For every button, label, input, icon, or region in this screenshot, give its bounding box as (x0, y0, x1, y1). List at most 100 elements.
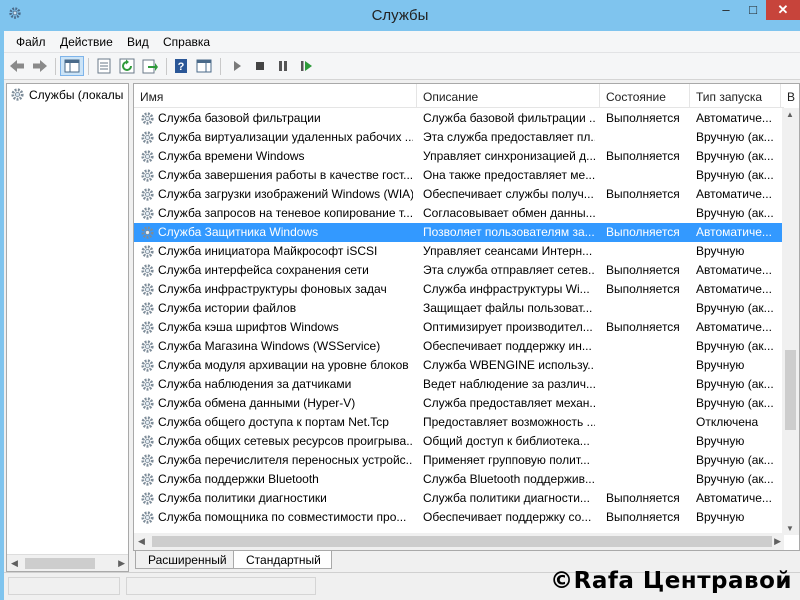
table-row[interactable]: Служба общих сетевых ресурсов проигрыва.… (134, 432, 796, 451)
tree-item-label: Службы (локалы (29, 88, 124, 102)
close-button[interactable]: ✕ (766, 0, 800, 20)
service-state: Выполняется (606, 149, 680, 163)
service-gear-icon (140, 149, 155, 164)
menu-help[interactable]: Справка (163, 35, 210, 49)
list-horizontal-scrollbar[interactable]: ◀ ▶ (134, 533, 784, 550)
service-name: Служба обмена данными (Hyper-V) (158, 396, 356, 410)
table-row[interactable]: Служба обмена данными (Hyper-V) Служба пр… (134, 394, 795, 413)
service-startup-type: Вручную (ак... (696, 472, 774, 486)
service-gear-icon (140, 301, 155, 316)
console-tree-icon[interactable] (60, 56, 84, 76)
service-description: Согласовывает обмен данны... (423, 206, 595, 220)
service-description: Служба базовой фильтрации ... (423, 111, 595, 125)
service-startup-type: Вручную (ак... (696, 130, 774, 144)
table-row[interactable]: Служба поддержки Bluetooth Служба Bluetoo… (134, 470, 795, 489)
service-startup-type: Вручную (696, 510, 745, 524)
table-row[interactable]: Служба помощника по совместимости про...… (134, 508, 795, 527)
column-header-state[interactable]: Состояние (600, 84, 690, 108)
export-list-icon[interactable] (141, 57, 159, 75)
column-header-name[interactable]: Имя (134, 84, 417, 108)
service-gear-icon (140, 320, 155, 335)
service-description: Обеспечивает поддержку ин... (423, 339, 592, 353)
scroll-down-icon[interactable]: ▼ (786, 524, 794, 533)
tab-extended[interactable]: Расширенный (135, 551, 238, 569)
service-description: Управляет синхронизацией д... (423, 149, 595, 163)
menu-bar: Файл Действие Вид Справка (4, 31, 800, 53)
title-bar[interactable]: Службы – □ ✕ (0, 0, 800, 31)
column-header-startup-type[interactable]: Тип запуска (690, 84, 781, 108)
service-startup-type: Автоматиче... (696, 491, 772, 505)
service-description: Применяет групповую полит... (423, 453, 590, 467)
scroll-thumb[interactable] (152, 536, 772, 547)
scroll-thumb[interactable] (785, 350, 796, 430)
service-description: Служба WBENGINE использу... (423, 358, 595, 372)
show-hide-action-pane-icon[interactable] (195, 57, 213, 75)
table-row[interactable]: Служба кэша шрифтов Windows Оптимизирует … (134, 318, 795, 337)
table-row[interactable]: Служба запросов на теневое копирование т… (134, 204, 795, 223)
service-description: Служба предоставляет механ... (423, 396, 595, 410)
service-gear-icon (140, 472, 155, 487)
help-icon[interactable]: ? (172, 57, 190, 75)
restart-service-icon[interactable] (297, 57, 315, 75)
menu-file[interactable]: Файл (16, 35, 46, 49)
table-row[interactable]: Служба Защитника Windows Позволяет пользо… (134, 223, 795, 242)
properties-icon[interactable] (95, 57, 113, 75)
service-startup-type: Вручную (ак... (696, 206, 774, 220)
service-gear-icon (140, 453, 155, 468)
table-row[interactable]: Служба истории файлов Защищает файлы поль… (134, 299, 795, 318)
stop-service-icon[interactable] (251, 57, 269, 75)
service-name: Служба кэша шрифтов Windows (158, 320, 339, 334)
table-row[interactable]: Служба Магазина Windows (WSService) Обесп… (134, 337, 795, 356)
menu-view[interactable]: Вид (127, 35, 149, 49)
scroll-right-icon[interactable]: ▶ (774, 536, 781, 547)
tab-standard[interactable]: Стандартный (233, 551, 332, 569)
table-row[interactable]: Служба завершения работы в качестве гост… (134, 166, 795, 185)
scroll-left-icon[interactable]: ◀ (11, 558, 18, 569)
tree-item-services-local[interactable]: Службы (локалы (10, 87, 123, 102)
service-startup-type: Автоматиче... (696, 282, 772, 296)
table-row[interactable]: Служба перечислителя переносных устройс.… (134, 451, 795, 470)
refresh-icon[interactable] (118, 57, 136, 75)
scroll-up-icon[interactable]: ▲ (786, 110, 794, 119)
svg-text:?: ? (178, 61, 185, 73)
table-row[interactable]: Служба базовой фильтрации Служба базовой … (134, 109, 795, 128)
table-row[interactable]: Служба общего доступа к портам Net.Tcp Пр… (134, 413, 795, 432)
maximize-button[interactable]: □ (740, 0, 766, 20)
table-row[interactable]: Служба наблюдения за датчиками Ведет набл… (134, 375, 795, 394)
service-description: Обеспечивает службы получ... (423, 187, 594, 201)
table-row[interactable]: Служба времени Windows Управляет синхрони… (134, 147, 795, 166)
table-row[interactable]: Служба политики диагностики Служба полити… (134, 489, 795, 508)
table-row[interactable]: Служба загрузки изображений Windows (WIA… (134, 185, 795, 204)
service-name: Служба политики диагностики (158, 491, 327, 505)
service-description: Служба Bluetooth поддержив... (423, 472, 595, 486)
table-row[interactable]: Служба инфраструктуры фоновых задач Служб… (134, 280, 795, 299)
service-name: Служба перечислителя переносных устройс.… (158, 453, 413, 467)
back-arrow-icon[interactable] (8, 57, 26, 75)
service-state: Выполняется (606, 263, 680, 277)
scroll-right-icon[interactable]: ▶ (118, 558, 125, 569)
column-header-description[interactable]: Описание (417, 84, 600, 108)
service-gear-icon (140, 377, 155, 392)
scroll-thumb[interactable] (25, 558, 95, 569)
menu-action[interactable]: Действие (60, 35, 113, 49)
service-name: Служба наблюдения за датчиками (158, 377, 352, 391)
minimize-button[interactable]: – (712, 0, 740, 20)
service-name: Служба инфраструктуры фоновых задач (158, 282, 387, 296)
list-vertical-scrollbar[interactable]: ▲ ▼ (782, 108, 799, 535)
service-name: Служба базовой фильтрации (158, 111, 321, 125)
pause-service-icon[interactable] (274, 57, 292, 75)
service-name: Служба времени Windows (158, 149, 305, 163)
service-name: Служба виртуализации удаленных рабочих .… (158, 130, 413, 144)
service-name: Служба общих сетевых ресурсов проигрыва.… (158, 434, 413, 448)
column-header-logon[interactable]: В (781, 84, 799, 108)
forward-arrow-icon[interactable] (31, 57, 49, 75)
table-row[interactable]: Служба интерфейса сохранения сети Эта слу… (134, 261, 795, 280)
start-service-icon[interactable] (228, 57, 246, 75)
table-row[interactable]: Служба модуля архивации на уровне блоков… (134, 356, 795, 375)
scroll-left-icon[interactable]: ◀ (138, 536, 145, 547)
table-row[interactable]: Служба виртуализации удаленных рабочих .… (134, 128, 795, 147)
service-startup-type: Автоматиче... (696, 225, 772, 239)
tree-horizontal-scrollbar[interactable]: ◀ ▶ (7, 554, 128, 571)
service-gear-icon (140, 225, 155, 240)
table-row[interactable]: Служба инициатора Майкрософт iSCSI Управл… (134, 242, 795, 261)
